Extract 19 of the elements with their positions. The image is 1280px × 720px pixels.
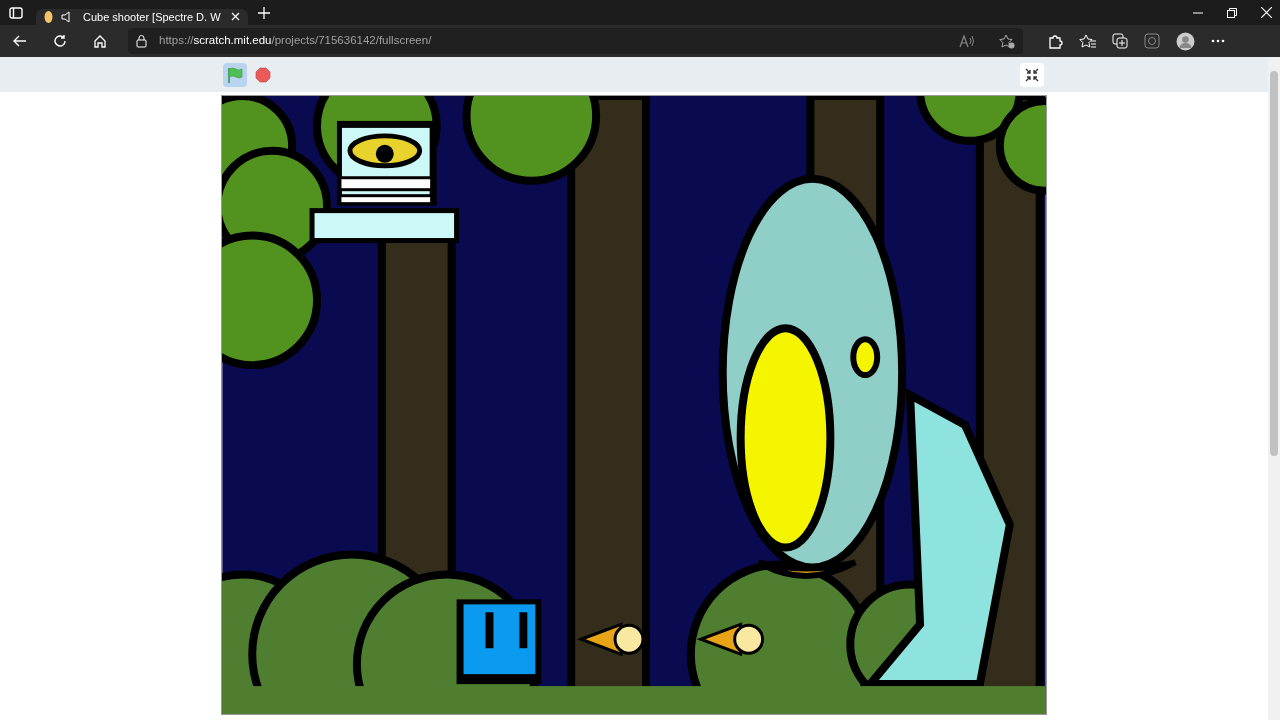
puzzle-icon[interactable]: [1047, 33, 1063, 49]
close-icon[interactable]: [1261, 7, 1272, 18]
close-icon[interactable]: [231, 12, 240, 22]
exit-fullscreen-button[interactable]: [1020, 62, 1044, 87]
lock-icon: [136, 34, 147, 48]
favorites-icon[interactable]: [1079, 33, 1096, 49]
start-flag-button[interactable]: [223, 62, 247, 87]
address-field[interactable]: https://scratch.mit.edu/projects/715636142/fullscreen/: [128, 28, 1023, 54]
profile-avatar-icon[interactable]: [1176, 31, 1195, 51]
read-aloud-icon[interactable]: [959, 34, 975, 48]
collections-icon[interactable]: [1112, 33, 1128, 49]
tab-title: Cube shooter [Spectre D. W: [83, 9, 222, 25]
collapse-arrows-icon: [1025, 67, 1039, 82]
url-text: https://scratch.mit.edu/projects/715636142/fullscreen/: [159, 33, 432, 49]
scrollbar-thumb[interactable]: [1270, 71, 1278, 456]
star-plus-icon[interactable]: [999, 33, 1015, 49]
browser-tab[interactable]: Cube shooter [Spectre D. W: [36, 8, 248, 25]
more-options-icon[interactable]: [1211, 39, 1225, 43]
restore-icon[interactable]: [1227, 7, 1237, 18]
